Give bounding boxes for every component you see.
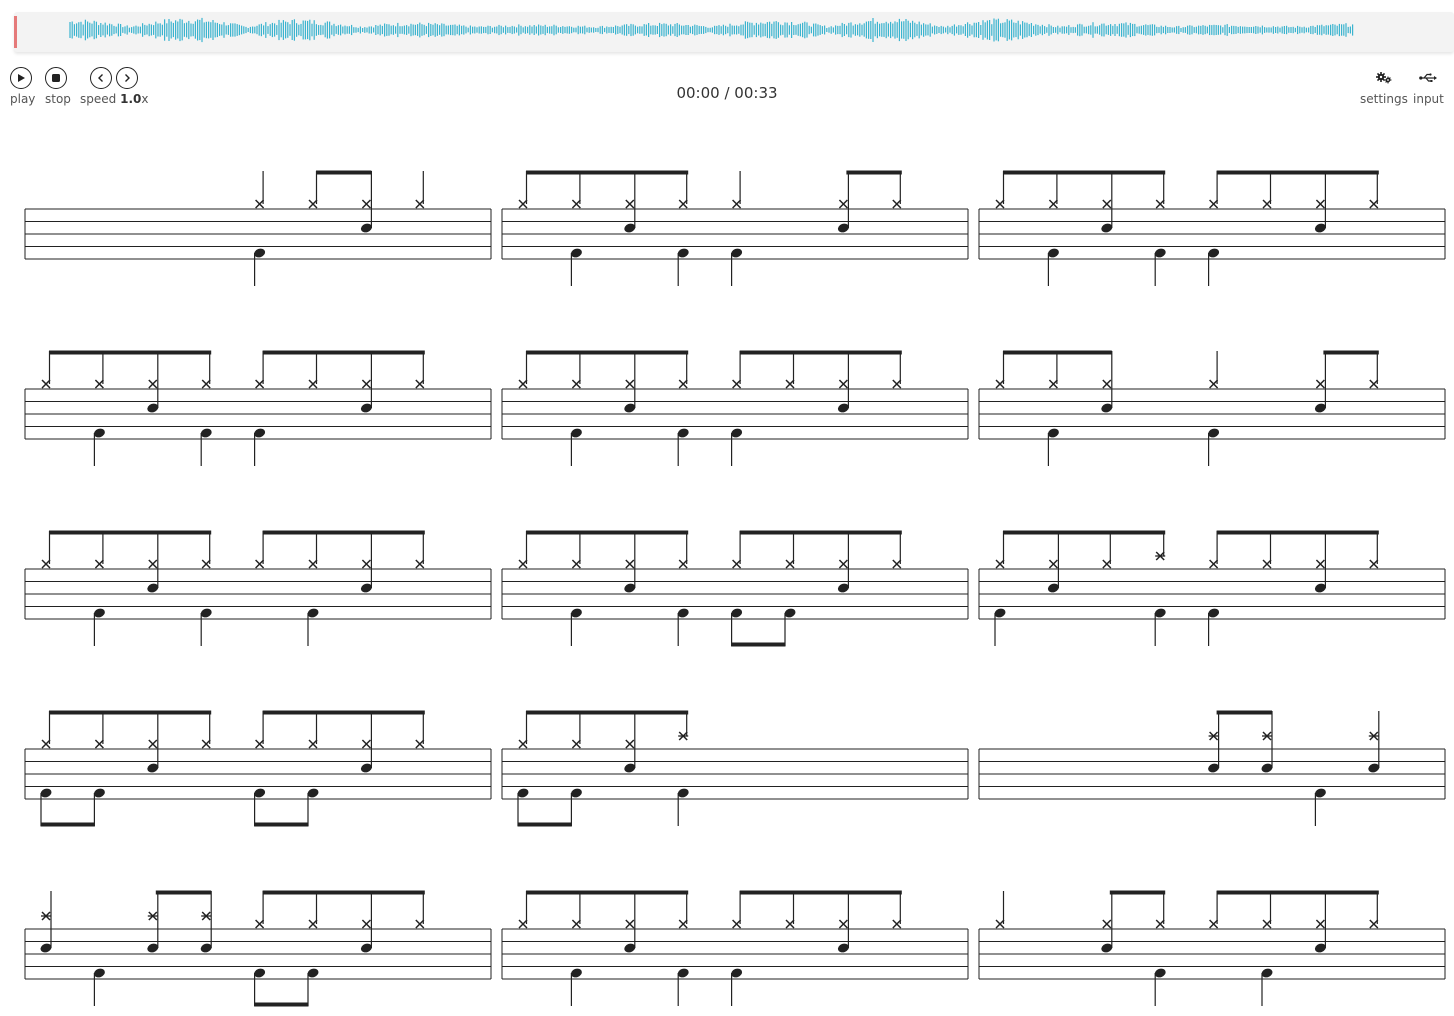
measure xyxy=(978,170,1446,286)
measure xyxy=(978,350,1446,466)
measure xyxy=(501,530,969,647)
measure xyxy=(24,350,492,466)
measure xyxy=(24,530,492,646)
measure xyxy=(978,890,1446,1006)
measure xyxy=(501,890,969,1006)
measure xyxy=(24,890,492,1007)
measure xyxy=(501,350,969,466)
measure xyxy=(501,710,969,827)
measure xyxy=(24,170,492,286)
measure xyxy=(24,710,492,827)
measure xyxy=(501,170,969,286)
drum-notation-score xyxy=(24,170,1446,1007)
measure xyxy=(978,710,1446,826)
measure xyxy=(978,530,1446,646)
